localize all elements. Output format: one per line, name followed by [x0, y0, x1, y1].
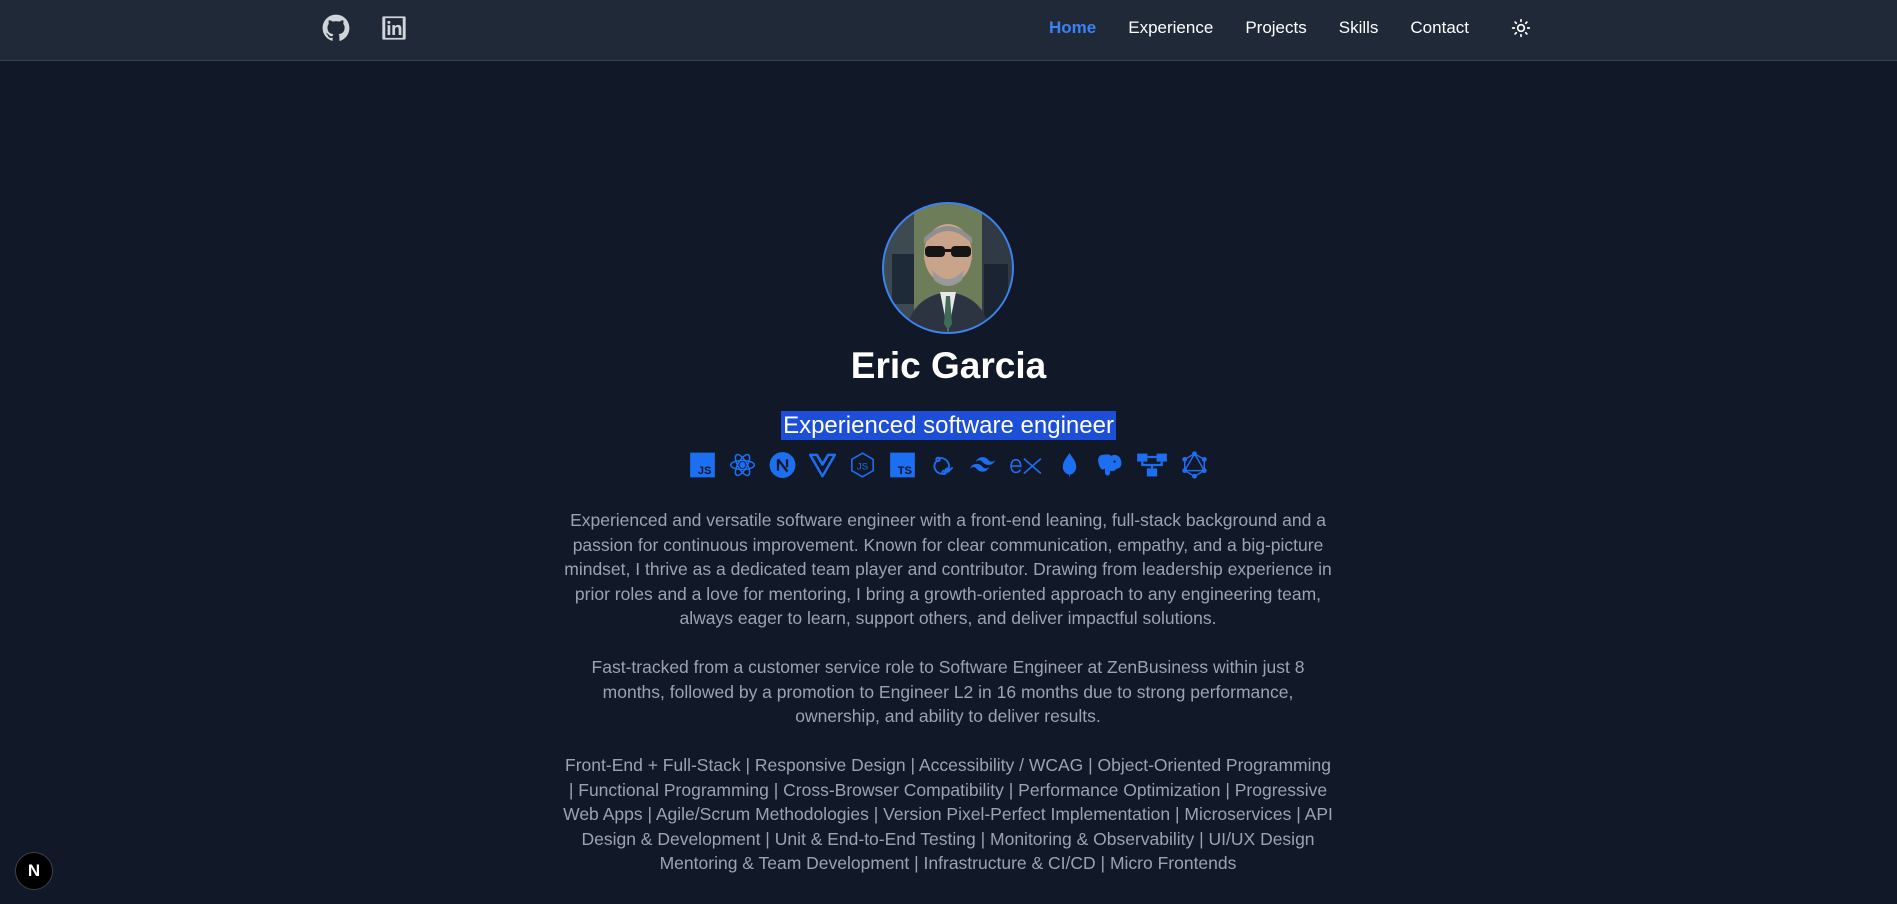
graphql-icon: [1182, 451, 1207, 479]
nav-projects[interactable]: Projects: [1245, 18, 1306, 38]
express-icon: [1010, 458, 1042, 475]
main-nav: Home Experience Projects Skills Contact: [1049, 0, 1531, 56]
sitemap-icon: [1137, 453, 1167, 477]
bio-paragraph-skills: Front-End + Full-Stack | Responsive Desi…: [563, 755, 1333, 874]
vue-icon: [809, 453, 836, 478]
nextjs-icon: [769, 452, 796, 478]
react-icon: [729, 453, 756, 477]
nav-skills[interactable]: Skills: [1339, 18, 1379, 38]
nav-home[interactable]: Home: [1049, 18, 1096, 38]
tailwind-icon: [969, 457, 996, 472]
svg-text:JS: JS: [857, 462, 868, 473]
nodejs-icon: JS: [851, 452, 874, 478]
svg-text:JS: JS: [698, 465, 712, 477]
postgresql-icon: [1098, 454, 1122, 476]
bio-paragraph-summary: Experienced and versatile software engin…: [564, 510, 1332, 629]
linkedin-link[interactable]: [380, 14, 408, 42]
linkedin-icon: [382, 16, 406, 40]
social-links: [322, 14, 408, 42]
bio-paragraph-career: Fast-tracked from a customer service rol…: [591, 657, 1305, 727]
svg-text:TS: TS: [898, 465, 913, 477]
nav-contact[interactable]: Contact: [1410, 18, 1469, 38]
typescript-icon: TS: [890, 452, 915, 478]
nav-experience[interactable]: Experience: [1128, 18, 1213, 38]
github-icon: [322, 14, 350, 41]
javascript-icon: JS: [690, 452, 715, 478]
avatar: [882, 202, 1014, 334]
redux-icon: [933, 456, 953, 476]
profile-name: Eric Garcia: [850, 345, 1047, 386]
subtitle-row: Experienced software engineer: [0, 411, 1897, 440]
github-link[interactable]: [322, 14, 350, 42]
profile-photo: [884, 204, 1012, 332]
sun-icon[interactable]: [1511, 18, 1531, 38]
tech-stack-icons: JS JS TS: [0, 451, 1897, 479]
nextjs-dev-badge[interactable]: N: [15, 852, 53, 890]
profile-subtitle: Experienced software engineer: [781, 411, 1116, 440]
top-nav: Home Experience Projects Skills Contact: [0, 0, 1897, 61]
mongodb-icon: [1062, 452, 1077, 478]
